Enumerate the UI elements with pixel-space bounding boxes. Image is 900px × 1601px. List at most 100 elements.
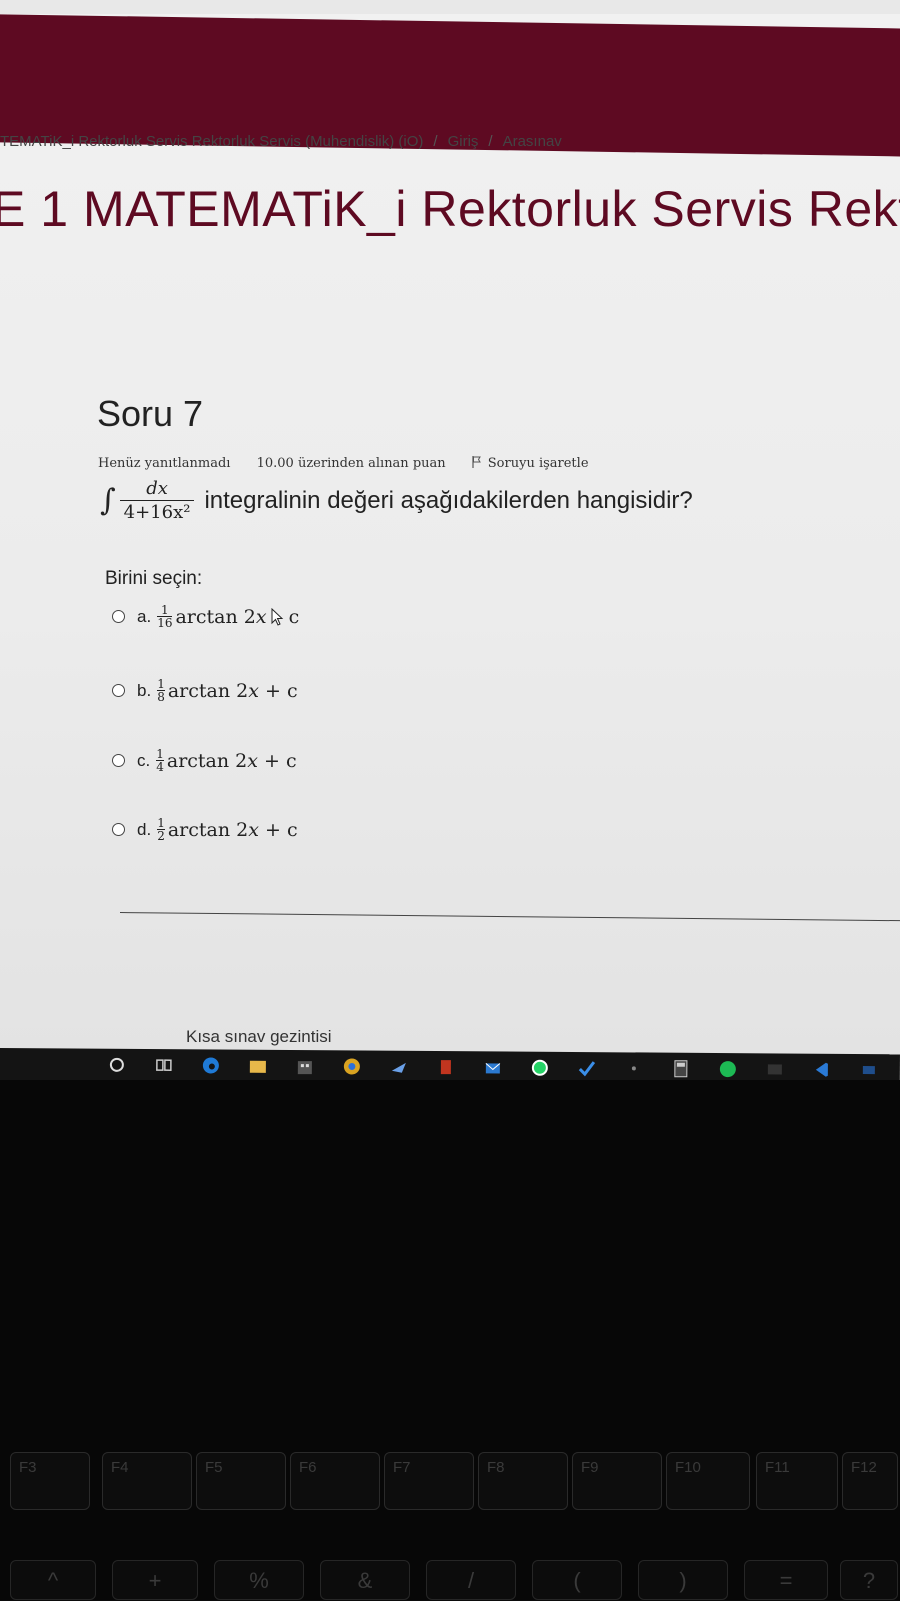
fraction-denominator: 8 xyxy=(157,690,165,704)
expression-variable: x xyxy=(247,749,258,772)
integral-sign: ∫ xyxy=(100,483,116,518)
radio-button-b[interactable] xyxy=(112,684,125,697)
key-label: F12 xyxy=(851,1459,877,1476)
option-letter: b. xyxy=(137,680,152,700)
question-info: Henüz yanıtlanmadı 10.00 üzerinden alına… xyxy=(98,456,633,471)
radio-button-d[interactable] xyxy=(112,823,125,836)
option-expression: arctan 2x + c xyxy=(168,819,298,841)
key-f7: F7 xyxy=(384,1452,474,1510)
file-explorer-icon[interactable] xyxy=(246,1056,270,1076)
key-f5: F5 xyxy=(196,1452,286,1510)
key-open-paren: ( xyxy=(532,1560,622,1600)
flag-icon xyxy=(472,456,481,468)
key-f4: F4 xyxy=(102,1452,192,1510)
chrome-icon[interactable] xyxy=(340,1056,364,1076)
laptop-keyboard: F3 F4 F5 F6 F7 F8 F9 F10 F11 F12 ^ + % &… xyxy=(0,1080,900,1600)
key-caret: ^ xyxy=(10,1560,96,1600)
question-title: Soru 7 xyxy=(97,393,204,434)
option-constant: + c xyxy=(264,749,297,772)
option-fraction: 12 xyxy=(157,817,165,842)
flag-question-label: Soruyu işaretle xyxy=(487,456,589,471)
answer-option-b[interactable]: b. 18 arctan 2x + c xyxy=(112,678,298,703)
option-fraction: 18 xyxy=(157,678,165,703)
edge-icon[interactable] xyxy=(199,1055,223,1075)
option-constant: c xyxy=(288,605,300,628)
option-fraction: 14 xyxy=(156,748,164,773)
key-label: F8 xyxy=(487,1459,505,1476)
key-label: F7 xyxy=(393,1459,411,1476)
dot-app-icon[interactable] xyxy=(622,1058,646,1078)
breadcrumb-course-link[interactable]: TEMATiK_i Rektorluk Servis Rektorluk Ser… xyxy=(0,133,423,150)
key-percent: % xyxy=(214,1560,304,1600)
arrow-app-icon[interactable] xyxy=(387,1057,411,1077)
breadcrumb-section-link[interactable]: Giriş xyxy=(448,133,479,150)
key-slash: / xyxy=(426,1560,516,1600)
store-icon[interactable] xyxy=(293,1056,317,1076)
fraction-numerator: 1 xyxy=(157,816,165,830)
expression-function: arctan 2 xyxy=(167,818,249,841)
radio-button-c[interactable] xyxy=(112,754,125,767)
fraction-denominator: 4 xyxy=(156,760,164,774)
key-close-paren: ) xyxy=(638,1560,728,1600)
key-question: ? xyxy=(840,1560,898,1600)
integral-numerator: dx xyxy=(146,478,168,499)
key-ampersand: & xyxy=(320,1560,410,1600)
check-app-icon[interactable] xyxy=(575,1058,599,1078)
whatsapp-icon[interactable] xyxy=(528,1058,552,1078)
answer-option-c[interactable]: c. 14 arctan 2x + c xyxy=(112,748,297,773)
option-expression: arctan 2x xyxy=(175,606,266,628)
quiz-navigation-title: Kısa sınav gezintisi xyxy=(186,1027,332,1046)
fraction-numerator: 1 xyxy=(157,677,165,691)
spotify-icon[interactable] xyxy=(716,1059,740,1079)
breadcrumb-separator: / xyxy=(433,133,438,150)
mouse-cursor-icon xyxy=(271,607,283,626)
option-letter: c. xyxy=(137,750,151,770)
key-label: F9 xyxy=(581,1459,599,1476)
breadcrumb: TEMATiK_i Rektorluk Servis Rektorluk Ser… xyxy=(0,133,562,150)
fraction-bar xyxy=(119,500,195,501)
fraction-denominator: 2 xyxy=(157,829,165,843)
task-view-icon[interactable] xyxy=(152,1055,176,1075)
question-points: 10.00 üzerinden alınan puan xyxy=(256,456,446,471)
vs-code-icon[interactable] xyxy=(810,1060,834,1080)
key-f10: F10 xyxy=(666,1452,750,1510)
question-text: ∫ dx 4+16x² integralinin değeri aşağıdak… xyxy=(100,478,693,523)
key-plus: + xyxy=(112,1560,198,1600)
radio-button-a[interactable] xyxy=(112,610,125,623)
flag-question-link[interactable]: Soruyu işaretle xyxy=(472,456,611,471)
integral-fraction: dx 4+16x² xyxy=(119,478,195,523)
question-statement: integralinin değeri aşağıdakilerden hang… xyxy=(204,486,693,514)
extra-app-icon[interactable] xyxy=(857,1060,881,1080)
section-divider xyxy=(119,912,900,922)
integral-denominator: 4+16x² xyxy=(123,502,191,523)
office-icon[interactable] xyxy=(434,1057,458,1077)
breadcrumb-separator: / xyxy=(488,133,493,150)
key-f9: F9 xyxy=(572,1452,662,1510)
mail-icon[interactable] xyxy=(481,1057,505,1077)
key-f6: F6 xyxy=(290,1452,380,1510)
option-constant: + c xyxy=(264,818,298,841)
option-expression: arctan 2x + c xyxy=(167,750,297,772)
settings-app-icon[interactable] xyxy=(763,1059,787,1079)
breadcrumb-page-link[interactable]: Arasınav xyxy=(503,133,562,150)
option-constant: + c xyxy=(264,679,298,702)
key-label: F4 xyxy=(111,1459,129,1476)
option-letter: d. xyxy=(137,819,152,839)
answer-option-d[interactable]: d. 12 arctan 2x + c xyxy=(112,817,298,842)
windows-search-icon[interactable] xyxy=(105,1055,129,1075)
expression-variable: x xyxy=(248,818,259,841)
answer-option-a[interactable]: a. 1 16 arctan 2x c xyxy=(112,604,299,629)
fraction-denominator: 16 xyxy=(157,616,173,630)
expression-variable: x xyxy=(248,679,259,702)
key-equals: = xyxy=(744,1560,828,1600)
tab-strip xyxy=(0,0,900,14)
expression-function: arctan 2 xyxy=(167,679,249,702)
key-f8: F8 xyxy=(478,1452,568,1510)
key-label: F11 xyxy=(765,1459,790,1476)
option-letter: a. xyxy=(137,606,152,626)
key-f11: F11 xyxy=(756,1452,838,1510)
option-fraction: 1 16 xyxy=(157,604,173,630)
calculator-icon[interactable] xyxy=(669,1059,693,1079)
expression-variable: x xyxy=(255,605,267,628)
key-f12: F12 xyxy=(842,1452,898,1510)
